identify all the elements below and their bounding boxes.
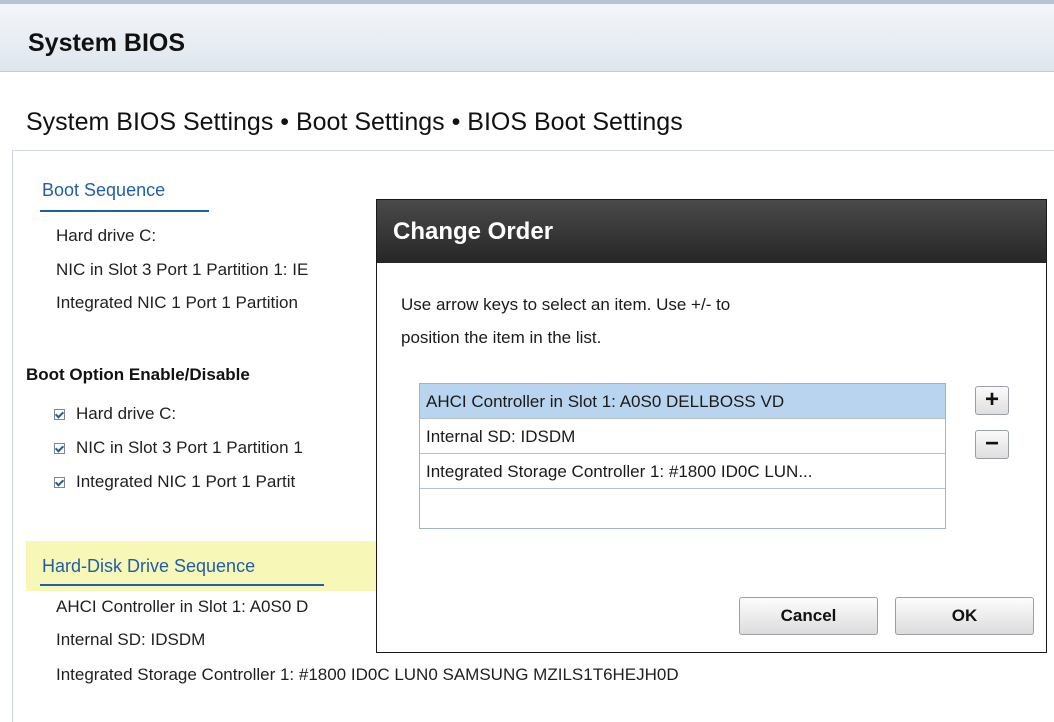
boot-option-row[interactable]: NIC in Slot 3 Port 1 Partition 1 [54,438,303,458]
window-title: System BIOS [28,29,186,57]
boot-sequence-item: Hard drive C: [56,226,157,245]
dialog-header: Change Order [377,200,1046,263]
order-list-item[interactable]: Internal SD: IDSDM [420,419,945,454]
boot-sequence-item: Integrated NIC 1 Port 1 Partition [56,293,298,312]
checkbox-checked[interactable] [54,476,65,488]
breadcrumb: System BIOS Settings • Boot Settings • B… [26,108,683,136]
boot-sequence-link[interactable]: Boot Sequence [42,180,165,201]
boot-option-label: NIC in Slot 3 Port 1 Partition 1 [76,438,303,457]
boot-option-heading: Boot Option Enable/Disable [26,365,250,384]
change-order-dialog: Change Order Use arrow keys to select an… [376,199,1047,653]
hdd-sequence-item: AHCI Controller in Slot 1: A0S0 D [56,597,309,616]
hdd-sequence-item: Integrated Storage Controller 1: #1800 I… [56,665,679,684]
instructions-line: position the item in the list. [401,328,602,347]
page-divider [12,150,1054,151]
move-up-plus-button[interactable]: + [975,386,1009,415]
boot-sequence-underline [40,210,209,212]
boot-option-label: Integrated NIC 1 Port 1 Partit [76,472,296,491]
hdd-sequence-underline [40,584,324,586]
window-titlebar: System BIOS [0,0,1054,72]
order-list-item[interactable]: Integrated Storage Controller 1: #1800 I… [420,454,945,489]
boot-option-row[interactable]: Integrated NIC 1 Port 1 Partit [54,472,295,492]
ok-button[interactable]: OK [895,597,1034,635]
boot-option-label: Hard drive C: [76,404,177,423]
hdd-sequence-item: Internal SD: IDSDM [56,630,206,649]
boot-sequence-item: NIC in Slot 3 Port 1 Partition 1: IE [56,260,309,279]
content-left-border [12,150,13,722]
boot-option-row[interactable]: Hard drive C: [54,404,176,424]
checkbox-checked[interactable] [54,442,65,454]
hdd-sequence-link[interactable]: Hard-Disk Drive Sequence [42,556,255,577]
dialog-title: Change Order [393,218,554,245]
cancel-button[interactable]: Cancel [739,597,878,635]
instructions-line: Use arrow keys to select an item. Use +/… [401,295,731,314]
order-list[interactable]: AHCI Controller in Slot 1: A0S0 DELLBOSS… [419,383,946,529]
order-list-item-selected[interactable]: AHCI Controller in Slot 1: A0S0 DELLBOSS… [420,384,945,419]
dialog-instructions: Use arrow keys to select an item. Use +/… [401,288,901,354]
checkbox-checked[interactable] [54,408,65,420]
move-down-minus-button[interactable]: − [975,430,1009,459]
